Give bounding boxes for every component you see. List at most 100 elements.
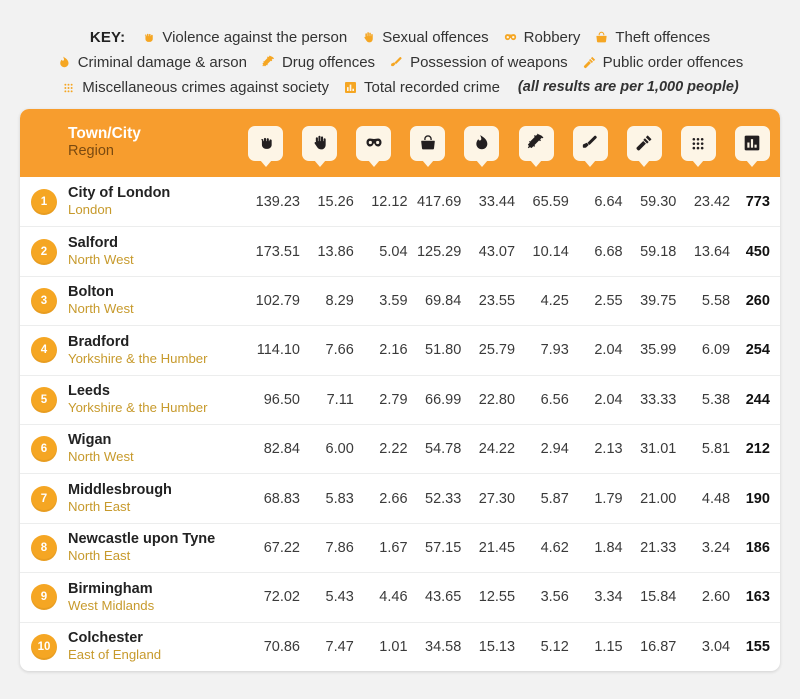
dots-grid-icon [61, 80, 76, 95]
value-cell: 12.55 [478, 589, 516, 606]
total-cell: 212 [745, 441, 770, 458]
total-cell: 773 [745, 193, 770, 210]
values-cells: 139.23 15.26 12.12 417.69 33.44 65.59 6.64 59.3… [248, 194, 780, 210]
value-cell: 15.13 [478, 638, 516, 655]
total-cell: 450 [745, 243, 770, 260]
rank-badge: 2 [31, 238, 57, 265]
table-row[interactable]: 9 Birmingham West Midlands 72.02 5.43 4.46 43.… [20, 572, 780, 621]
column-header-dots-grid-icon[interactable] [680, 125, 716, 161]
value-cell: 21.45 [478, 539, 516, 556]
value-cell: 12.12 [371, 193, 408, 210]
region-name: East of England [68, 647, 162, 663]
value-cell: 3.56 [540, 589, 569, 606]
value-cell: 173.51 [255, 243, 300, 260]
value-cell: 1.84 [594, 539, 623, 556]
region-name: North West [68, 301, 134, 317]
table-row[interactable]: 7 Middlesbrough North East 68.83 5.83 2.66 52.… [20, 473, 780, 522]
region-name: Yorkshire & the Humber [68, 350, 208, 366]
city-name: Birmingham [68, 580, 153, 597]
value-cell: 1.79 [594, 490, 623, 507]
values-cells: 68.83 5.83 2.66 52.33 27.30 5.87 1.79 21.00 4.48… [248, 491, 780, 507]
legend-item-total: Total recorded crime [343, 80, 500, 95]
value-cell: 2.16 [379, 342, 408, 359]
value-cell: 8.29 [325, 292, 354, 309]
value-cell: 43.07 [478, 243, 516, 260]
value-cell: 6.68 [594, 243, 623, 260]
column-header-knife-icon[interactable] [572, 125, 608, 161]
rank-badge: 8 [31, 534, 57, 561]
rank-cell: 3 [20, 287, 68, 314]
rank-badge: 3 [31, 287, 57, 314]
mask-icon [503, 30, 518, 45]
value-cell: 7.93 [540, 342, 569, 359]
legend-label: Total recorded crime [364, 79, 500, 96]
total-cell: 190 [745, 490, 770, 507]
mask-icon [364, 133, 384, 153]
table-row[interactable]: 5 Leeds Yorkshire & the Humber 96.50 7.11 2.7… [20, 374, 780, 424]
column-header-bar-chart-icon[interactable] [734, 125, 770, 161]
value-cell: 7.66 [325, 342, 354, 359]
value-cell: 65.59 [532, 193, 569, 210]
table-row[interactable]: 3 Bolton North West 102.79 8.29 3.59 69.84 23.5… [20, 275, 780, 325]
values-cells: 102.79 8.29 3.59 69.84 23.55 4.25 2.55 39.75 5.5… [248, 293, 780, 309]
column-header-flame-icon[interactable] [464, 125, 500, 161]
value-cell: 139.23 [255, 193, 300, 210]
region-name: North West [68, 251, 134, 267]
column-header-handbag-icon[interactable] [410, 125, 446, 161]
city-name: Middlesbrough [68, 481, 172, 498]
table-row[interactable]: 1 City of London London 139.23 15.26 12.12 417… [20, 177, 780, 226]
legend-row-3: Miscellaneous crimes against society Tot… [14, 80, 786, 95]
table-header: Town/City Region [20, 109, 780, 177]
table-row[interactable]: 6 Wigan North West 82.84 6.00 2.22 54.78 24.22 2… [20, 423, 780, 473]
rank-badge: 4 [31, 337, 57, 364]
value-cell: 21.00 [640, 490, 677, 507]
value-cell: 5.38 [701, 391, 731, 408]
legend-label: Public order offences [602, 54, 744, 71]
rank-cell: 2 [20, 238, 68, 265]
table-row[interactable]: 8 Newcastle upon Tyne North East 67.22 7.86 1… [20, 522, 780, 572]
flame-icon [57, 55, 72, 70]
values-cells: 96.50 7.11 2.79 66.99 22.80 6.56 2.04 33.33 5.38… [248, 392, 780, 408]
legend-note: (all results are per 1,000 people) [517, 79, 739, 96]
legend-item-violence: Violence against the person [141, 30, 347, 45]
value-cell: 54.78 [425, 441, 462, 458]
table-row[interactable]: 4 Bradford Yorkshire & the Humber 114.10 7.6… [20, 325, 780, 374]
values-cells: 173.51 13.86 5.04 125.29 43.07 10.14 6.68 59.18… [248, 244, 780, 260]
value-cell: 23.42 [693, 193, 731, 210]
value-cell: 2.04 [594, 342, 623, 359]
legend-row-1: KEY: Violence against the person Sexual … [14, 30, 786, 45]
rank-cell: 4 [20, 337, 68, 364]
value-cell: 6.00 [325, 441, 354, 458]
legend-label: Criminal damage & arson [77, 54, 247, 71]
value-cell: 15.26 [317, 193, 354, 210]
region-name: London [68, 202, 113, 217]
value-cell: 69.84 [425, 292, 462, 309]
region-name: North West [68, 449, 134, 465]
value-cell: 72.02 [263, 589, 300, 606]
values-cells: 114.10 7.66 2.16 51.80 25.79 7.93 2.04 35.99 6.0… [248, 342, 780, 358]
value-cell: 1.15 [594, 638, 623, 655]
column-header-syringe-icon[interactable] [518, 125, 554, 161]
rank-cell: 7 [20, 485, 68, 512]
column-header-fist-icon[interactable] [248, 125, 283, 161]
column-header-hand-icon[interactable] [302, 125, 338, 161]
table-row[interactable]: 10 Colchester East of England 70.86 7.47 1.01… [20, 621, 780, 671]
hand-icon [310, 133, 330, 153]
legend-item-theft: Theft offences [594, 30, 710, 45]
table-row[interactable]: 2 Salford North West 173.51 13.86 5.04 125.29 4… [20, 226, 780, 275]
legend-label: Theft offences [615, 29, 711, 46]
value-cell: 417.69 [416, 193, 462, 210]
column-header-gavel-icon[interactable] [626, 125, 662, 161]
place-cell: Bolton North West [68, 284, 248, 318]
value-cell: 25.79 [478, 342, 516, 359]
header-region-label: Region [68, 143, 114, 160]
value-cell: 16.87 [640, 638, 677, 655]
legend-label: Miscellaneous crimes against society [82, 79, 330, 96]
value-cell: 59.30 [640, 193, 677, 210]
value-cell: 114.10 [256, 342, 300, 359]
rank-badge: 9 [31, 584, 57, 611]
column-header-mask-icon[interactable] [356, 125, 392, 161]
value-cell: 2.13 [594, 441, 623, 458]
value-cell: 52.33 [425, 490, 462, 507]
value-cell: 70.86 [263, 638, 300, 655]
